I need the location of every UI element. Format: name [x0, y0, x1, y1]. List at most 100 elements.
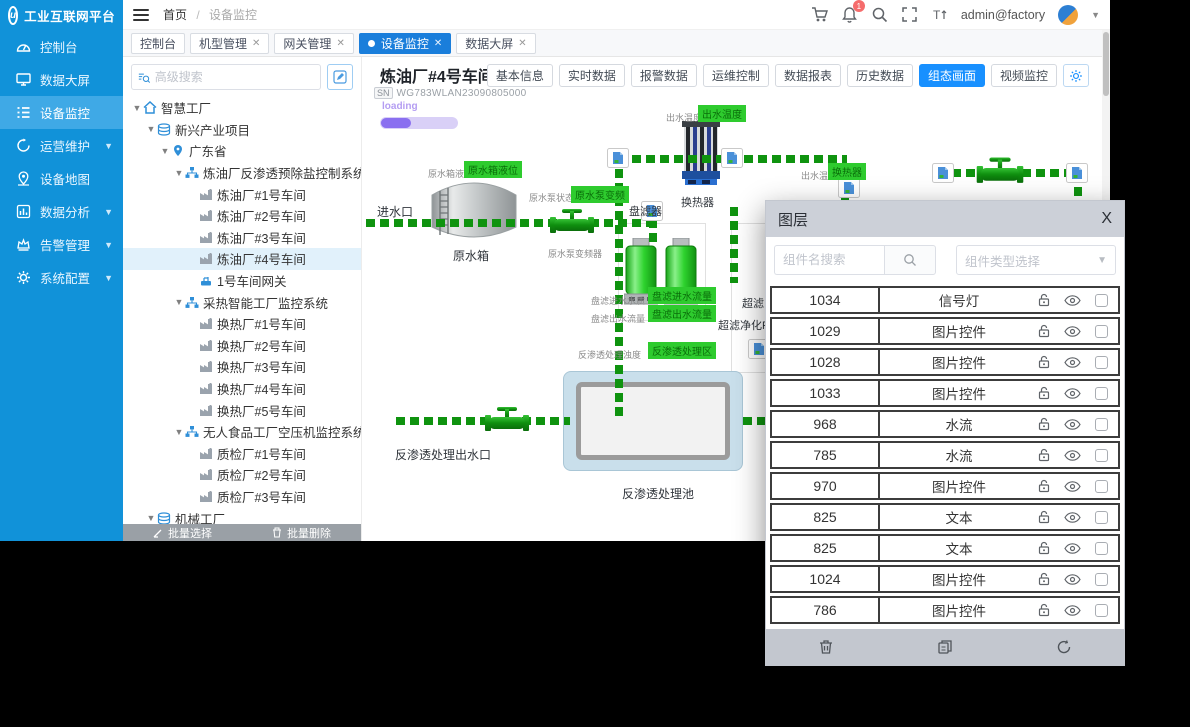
config-gear-button[interactable]	[1063, 64, 1089, 87]
layer-row[interactable]: 1029图片控件	[770, 317, 1120, 345]
layer-checkbox[interactable]	[1095, 387, 1108, 400]
lock-icon[interactable]	[1038, 324, 1050, 338]
tree-item[interactable]: 炼油厂#1号车间	[123, 183, 361, 205]
component-search-button[interactable]	[884, 245, 936, 275]
lock-icon[interactable]	[1038, 448, 1050, 462]
layer-row[interactable]: 825文本	[770, 503, 1120, 531]
tab-4[interactable]: 设备监控✕	[359, 33, 451, 54]
tree-item[interactable]: 1号车间网关	[123, 270, 361, 292]
layer-row[interactable]: 1034信号灯	[770, 286, 1120, 314]
lock-icon[interactable]	[1038, 603, 1050, 617]
lock-icon[interactable]	[1038, 541, 1050, 555]
scrollbar-thumb[interactable]	[1103, 32, 1109, 96]
eye-icon[interactable]	[1064, 543, 1081, 554]
layer-checkbox[interactable]	[1095, 573, 1108, 586]
device-tab-视频监控[interactable]: 视频监控	[991, 64, 1057, 87]
tree-item[interactable]: 质检厂#2号车间	[123, 464, 361, 486]
device-tab-基本信息[interactable]: 基本信息	[487, 64, 553, 87]
sidebar-item-5[interactable]: 设备地图	[0, 162, 123, 195]
tab-close-icon[interactable]: ✕	[434, 38, 442, 49]
tree-item[interactable]: 换热厂#1号车间	[123, 313, 361, 335]
avatar[interactable]	[1058, 5, 1078, 25]
layer-checkbox[interactable]	[1095, 604, 1108, 617]
layer-checkbox[interactable]	[1095, 480, 1108, 493]
cart-icon[interactable]	[811, 6, 828, 23]
bell-icon[interactable]: 1	[841, 6, 858, 23]
tree-item[interactable]: ▼采热智能工厂监控系统	[123, 291, 361, 313]
caret-icon[interactable]: ▼	[145, 124, 157, 134]
caret-icon[interactable]: ▼	[159, 146, 171, 156]
layer-row[interactable]: 970图片控件	[770, 472, 1120, 500]
sidebar-item-8[interactable]: 系统配置▼	[0, 261, 123, 294]
lock-icon[interactable]	[1038, 572, 1050, 586]
caret-icon[interactable]: ▼	[131, 103, 143, 113]
tree-item[interactable]: 换热厂#2号车间	[123, 335, 361, 357]
caret-icon[interactable]: ▼	[173, 168, 185, 178]
tree-item[interactable]: 炼油厂#3号车间	[123, 227, 361, 249]
layer-row[interactable]: 1024图片控件	[770, 565, 1120, 593]
tab-5[interactable]: 数据大屏✕	[456, 33, 535, 54]
lock-icon[interactable]	[1038, 417, 1050, 431]
eye-icon[interactable]	[1064, 419, 1081, 430]
sidebar-item-7[interactable]: 告警管理▼	[0, 228, 123, 261]
font-size-icon[interactable]: T	[931, 6, 948, 23]
eye-icon[interactable]	[1064, 605, 1081, 616]
device-tab-运维控制[interactable]: 运维控制	[703, 64, 769, 87]
sidebar-item-6[interactable]: 数据分析▼	[0, 195, 123, 228]
menu-collapse-icon[interactable]	[133, 9, 149, 21]
tab-3[interactable]: 网关管理✕	[274, 33, 353, 54]
eye-icon[interactable]	[1064, 388, 1081, 399]
eye-icon[interactable]	[1064, 450, 1081, 461]
user-name[interactable]: admin@factory	[961, 8, 1045, 22]
layer-row[interactable]: 1028图片控件	[770, 348, 1120, 376]
sidebar-item-2[interactable]: 数据大屏	[0, 63, 123, 96]
caret-icon[interactable]: ▼	[145, 513, 157, 523]
device-tab-报警数据[interactable]: 报警数据	[631, 64, 697, 87]
sidebar-item-1[interactable]: 控制台	[0, 30, 123, 63]
device-tab-实时数据[interactable]: 实时数据	[559, 64, 625, 87]
tree-edit-button[interactable]	[327, 64, 353, 90]
layer-checkbox[interactable]	[1095, 294, 1108, 307]
tree-item[interactable]: 换热厂#3号车间	[123, 356, 361, 378]
layer-row[interactable]: 786图片控件	[770, 596, 1120, 624]
caret-down-icon[interactable]: ▼	[1091, 10, 1100, 20]
tree-item[interactable]: ▼无人食品工厂空压机监控系统	[123, 421, 361, 443]
tree-item[interactable]: 质检厂#3号车间	[123, 486, 361, 508]
refresh-icon[interactable]	[1055, 638, 1073, 656]
component-name-search-input[interactable]	[774, 245, 884, 275]
layer-checkbox[interactable]	[1095, 356, 1108, 369]
tab-close-icon[interactable]: ✕	[518, 38, 526, 49]
lock-icon[interactable]	[1038, 355, 1050, 369]
lock-icon[interactable]	[1038, 386, 1050, 400]
tab-close-icon[interactable]: ✕	[336, 38, 344, 49]
layer-checkbox[interactable]	[1095, 542, 1108, 555]
tree-item[interactable]: 炼油厂#2号车间	[123, 205, 361, 227]
tree-item[interactable]: ▼炼油厂反渗透预除盐控制系统	[123, 162, 361, 184]
eye-icon[interactable]	[1064, 574, 1081, 585]
batch-delete-button[interactable]: 批量删除	[242, 524, 361, 541]
delete-icon[interactable]	[817, 638, 835, 656]
tree-item[interactable]: 质检厂#1号车间	[123, 443, 361, 465]
layers-panel-header[interactable]: 图层 X	[766, 201, 1124, 237]
breadcrumb-home[interactable]: 首页	[163, 8, 187, 22]
layer-checkbox[interactable]	[1095, 325, 1108, 338]
tree-item[interactable]: 换热厂#4号车间	[123, 378, 361, 400]
device-tab-组态画面[interactable]: 组态画面	[919, 64, 985, 87]
fullscreen-icon[interactable]	[901, 6, 918, 23]
layer-row[interactable]: 968水流	[770, 410, 1120, 438]
search-icon[interactable]	[871, 6, 888, 23]
eye-icon[interactable]	[1064, 326, 1081, 337]
batch-select-button[interactable]: 批量选择	[123, 524, 242, 541]
layer-row[interactable]: 1033图片控件	[770, 379, 1120, 407]
tree-item[interactable]: ▼智慧工厂	[123, 97, 361, 119]
tab-1[interactable]: 控制台	[131, 33, 185, 54]
tree-search-input[interactable]	[155, 70, 314, 84]
tab-close-icon[interactable]: ✕	[252, 38, 260, 49]
tree-item[interactable]: ▼广东省	[123, 140, 361, 162]
layer-checkbox[interactable]	[1095, 511, 1108, 524]
caret-icon[interactable]: ▼	[173, 297, 185, 307]
tree-item[interactable]: 换热厂#5号车间	[123, 399, 361, 421]
eye-icon[interactable]	[1064, 357, 1081, 368]
eye-icon[interactable]	[1064, 481, 1081, 492]
eye-icon[interactable]	[1064, 512, 1081, 523]
